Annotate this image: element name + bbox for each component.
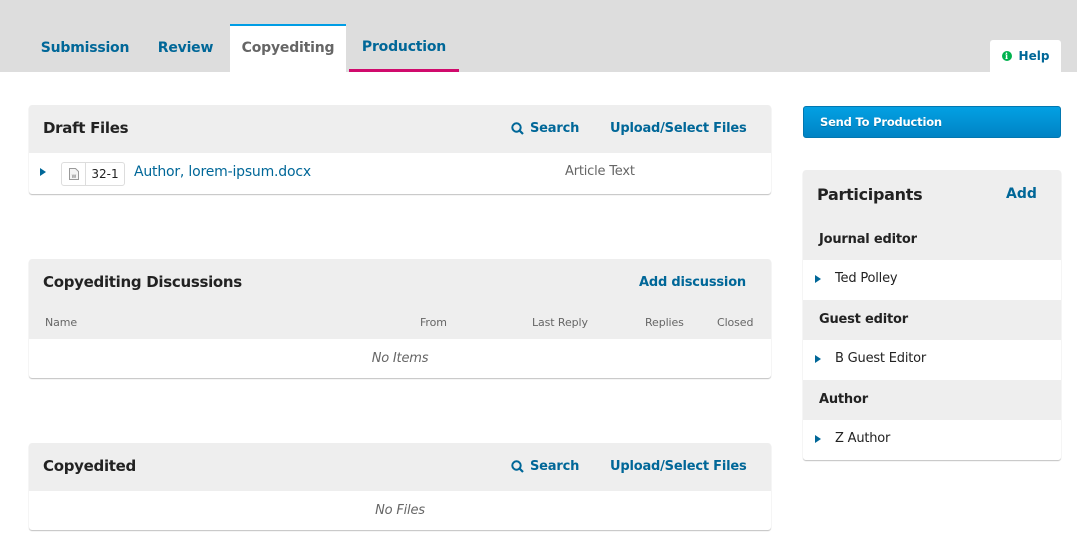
search-label: Search	[530, 459, 580, 474]
participants-title: Participants	[817, 185, 923, 204]
tab-copyediting[interactable]: Copyediting	[230, 24, 346, 72]
tab-production[interactable]: Production	[349, 24, 459, 72]
draft-files-upload-button[interactable]: Upload/Select Files	[610, 121, 747, 136]
column-header-replies: Replies	[645, 316, 684, 329]
participant-name: Z Author	[835, 431, 891, 446]
column-header-last-reply: Last Reply	[532, 316, 588, 329]
expand-arrow-icon[interactable]	[815, 435, 821, 443]
participant-item[interactable]: Ted Polley	[803, 260, 1061, 300]
participant-name: Ted Polley	[835, 271, 898, 286]
file-id: 32-1	[91, 167, 119, 181]
svg-text:w: w	[71, 173, 76, 180]
workflow-tab-bar: Submission Review Copyediting Production…	[0, 0, 1077, 72]
word-doc-icon: w	[62, 163, 86, 185]
discussions-panel: Copyediting Discussions Add discussion N…	[29, 259, 771, 378]
copyedited-search-button[interactable]: Search	[511, 459, 579, 474]
search-icon	[511, 460, 524, 473]
copyedited-upload-button[interactable]: Upload/Select Files	[610, 459, 747, 474]
copyedited-panel: Copyedited Search Upload/Select Files No…	[29, 443, 771, 530]
file-type: Article Text	[565, 164, 635, 179]
expand-arrow-icon[interactable]	[815, 355, 821, 363]
role-heading-guest-editor: Guest editor	[819, 312, 908, 327]
search-label: Search	[530, 121, 580, 136]
draft-files-title: Draft Files	[43, 119, 129, 137]
file-row: w 32-1 Author, lorem-ipsum.docx Article …	[29, 153, 771, 193]
copyedited-header: Copyedited Search Upload/Select Files	[29, 443, 771, 491]
add-participant-button[interactable]: Add	[1006, 186, 1037, 202]
file-name-link[interactable]: Author, lorem-ipsum.docx	[134, 164, 311, 180]
participant-item[interactable]: B Guest Editor	[803, 340, 1061, 380]
discussions-empty-message: No Items	[371, 351, 429, 366]
help-label: Help	[1018, 49, 1050, 63]
help-button[interactable]: i Help	[990, 40, 1061, 72]
discussions-title: Copyediting Discussions	[43, 273, 242, 291]
expand-arrow-icon[interactable]	[40, 168, 46, 176]
file-badge: w 32-1	[61, 162, 125, 186]
participants-header: Participants Add	[803, 170, 1061, 220]
draft-files-search-button[interactable]: Search	[511, 121, 579, 136]
tab-review[interactable]: Review	[141, 24, 230, 72]
send-to-production-button[interactable]: Send To Production	[803, 106, 1061, 138]
expand-arrow-icon[interactable]	[815, 275, 821, 283]
draft-files-panel: Draft Files Search Upload/Select Files w…	[29, 105, 771, 194]
participant-name: B Guest Editor	[835, 351, 927, 366]
participant-item[interactable]: Z Author	[803, 420, 1061, 460]
column-header-closed: Closed	[717, 316, 754, 329]
tab-submission[interactable]: Submission	[29, 24, 141, 72]
participants-panel: Participants Add Journal editor Ted Poll…	[803, 170, 1061, 460]
add-discussion-button[interactable]: Add discussion	[639, 275, 746, 290]
info-icon: i	[1001, 51, 1012, 61]
discussions-header: Copyediting Discussions Add discussion N…	[29, 259, 771, 339]
copyedited-empty-message: No Files	[375, 503, 425, 518]
copyedited-title: Copyedited	[43, 457, 136, 475]
role-heading-journal-editor: Journal editor	[819, 232, 917, 247]
column-header-from: From	[420, 316, 447, 329]
search-icon	[511, 122, 524, 135]
column-header-name: Name	[45, 316, 78, 329]
role-heading-author: Author	[819, 392, 868, 407]
draft-files-header: Draft Files Search Upload/Select Files	[29, 105, 771, 153]
